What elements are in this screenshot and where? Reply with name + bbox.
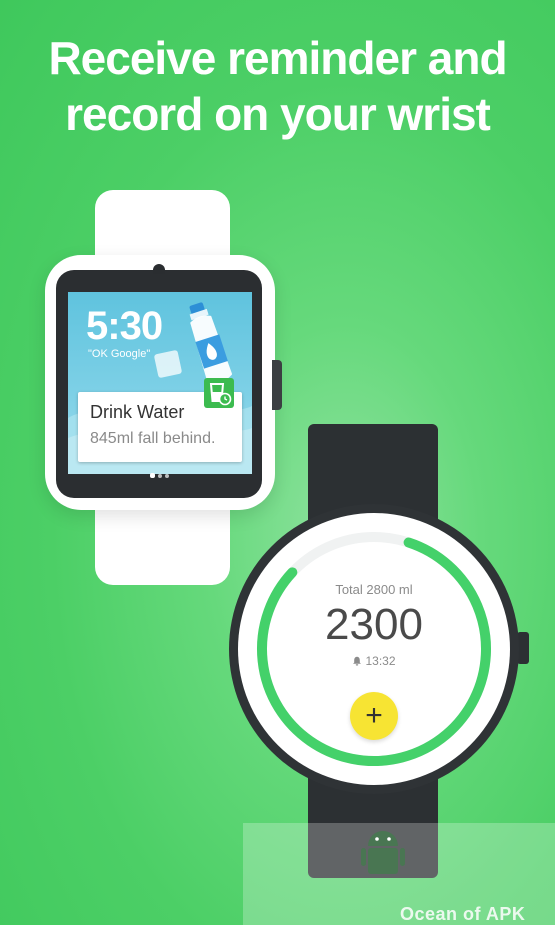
square-watch-side-button <box>272 360 282 410</box>
next-reminder: 13:32 <box>274 654 474 668</box>
current-intake-value: 2300 <box>325 600 423 649</box>
voice-hint: "OK Google" <box>88 348 151 360</box>
water-glass-clock-icon <box>204 378 234 408</box>
ice-cube-icon <box>153 349 183 379</box>
page-indicator <box>150 465 174 478</box>
water-bottle-icon <box>189 302 232 384</box>
next-reminder-time: 13:32 <box>365 654 396 668</box>
watermark-text: Ocean of APK <box>400 904 526 924</box>
notification-subtitle: 845ml fall behind. <box>90 430 216 447</box>
notification-title: Drink Water <box>90 402 185 422</box>
square-watch-sensor <box>153 264 165 274</box>
bell-icon <box>353 656 362 666</box>
headline-line-1: Receive reminder and <box>48 32 507 84</box>
plus-icon: + <box>365 699 383 732</box>
total-goal-label: Total 2800 ml <box>335 582 413 597</box>
headline-line-2: record on your wrist <box>65 88 491 140</box>
add-water-button[interactable]: + <box>350 692 398 740</box>
android-apk-icon <box>361 831 405 874</box>
headline: Receive reminder and record on your wris… <box>0 30 555 142</box>
watch-time: 5:30 <box>86 304 163 348</box>
